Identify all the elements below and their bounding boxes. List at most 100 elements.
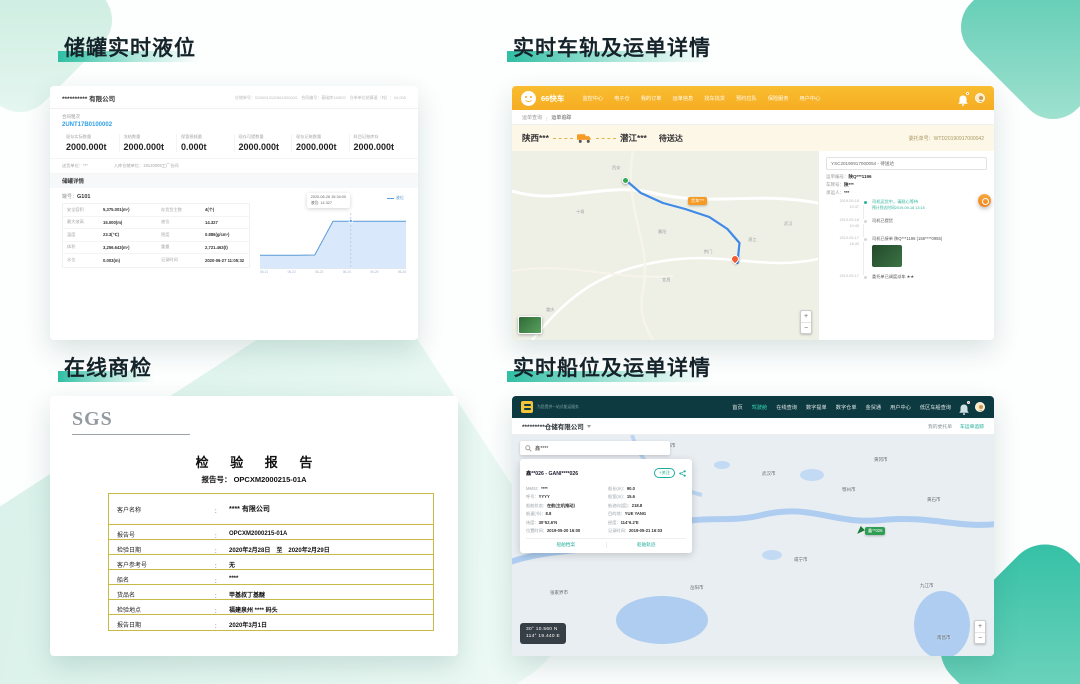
truck-nav-item[interactable]: 我的订单 xyxy=(641,95,662,102)
ship-archive-link[interactable]: 船舶档案 xyxy=(526,542,606,548)
stat-label: 冻结数量 xyxy=(124,134,173,140)
map-city-label: 宜昌 xyxy=(662,277,670,283)
truck-nav-item[interactable]: 保险服务 xyxy=(768,95,789,102)
contract-number-link[interactable]: 2UNT17B0100002 xyxy=(62,122,406,128)
chevron-down-icon xyxy=(587,425,591,428)
tank-dashboard-card: ********** 有限公司 仓储单号：S200913120611000010… xyxy=(50,86,418,340)
truck-waybill-track-link[interactable]: 车运单追踪 xyxy=(960,423,984,430)
stat-value: 0.000t xyxy=(181,142,230,152)
stat-label: 现存可提数量 xyxy=(239,134,288,140)
zoom-out-button[interactable] xyxy=(801,322,811,333)
tank-stat: 现存实际数量 2000.000t xyxy=(62,134,119,152)
report-row: 客户名称 **** 有限公司 xyxy=(109,494,433,525)
ship-info-panel: 鑫**026 - GANI****026 +关注 MMSI：**** 船长(m)… xyxy=(520,459,692,553)
zoom-in-button[interactable] xyxy=(801,311,811,322)
breadcrumb-item[interactable]: 运单查询 xyxy=(522,114,542,121)
tank-header-meta: 仓储单号：S200913120611000010 合同编号：基础库150EG 仓… xyxy=(235,95,406,101)
truck-nav-menu: 监控中心 电子仓 我的订单 运单信息 找车找货 预约拉队 保险服务 用户中心 xyxy=(582,95,820,102)
vehicle-position-chip[interactable]: 货车*** xyxy=(688,197,707,205)
ship-nav-item-ebill[interactable]: 数字提单 xyxy=(806,404,827,411)
user-avatar[interactable] xyxy=(975,93,985,103)
ship-search-input[interactable] xyxy=(535,445,665,451)
breadcrumb-separator xyxy=(546,108,547,126)
my-waybills-link[interactable]: 我的委托单 xyxy=(928,423,952,430)
map-roads xyxy=(512,151,818,340)
tank-section-title: 储罐实时液位 xyxy=(64,32,196,62)
truck-nav-item[interactable]: 电子仓 xyxy=(614,95,630,102)
report-row: 报告号 OPCXM2000215-01A xyxy=(109,525,433,540)
zoom-in-button[interactable] xyxy=(975,621,985,632)
zoom-control xyxy=(800,310,812,334)
ship-nav-item-user[interactable]: 用户中心 xyxy=(890,404,911,411)
map-city-label: 鄂州市 xyxy=(842,487,856,493)
report-field-colon xyxy=(215,500,229,518)
search-icon xyxy=(525,445,532,452)
truck-nav-item[interactable]: 运单信息 xyxy=(672,95,693,102)
truck-brand-smiley-icon[interactable] xyxy=(521,91,536,106)
tank-stat: 现存记账数量 2000.000t xyxy=(291,134,349,152)
ship-position-marker[interactable]: 鑫**026 xyxy=(857,527,885,535)
share-icon[interactable] xyxy=(679,464,686,482)
waybill-number: 委托单号：WTD20190917000042 xyxy=(909,135,984,142)
truck-nav-right xyxy=(958,93,985,104)
ship-name: 鑫**026 - GANI****026 xyxy=(526,470,650,477)
route-dash-right xyxy=(596,138,616,139)
stat-value: 2000.000t xyxy=(124,142,173,152)
ship-nav-item-ewarehouse[interactable]: 数字仓单 xyxy=(836,404,857,411)
report-field-label: 船名 xyxy=(109,575,215,584)
notification-bell-icon[interactable] xyxy=(958,93,968,104)
report-row: 货品名 甲基叔丁基醚 xyxy=(109,585,433,600)
report-field-label: 客户参考号 xyxy=(109,560,215,569)
notification-bell-icon[interactable] xyxy=(959,402,969,413)
ship-attribute-row: 船舶状态：在航(主机推动) 航迹向(度)：218.8 xyxy=(526,503,686,509)
truck-nav-item[interactable]: 找车找货 xyxy=(704,95,725,102)
ship-nav-item-query[interactable]: 在线查询 xyxy=(776,404,797,411)
map-city-label: 襄阳 xyxy=(658,229,666,235)
tank-detail-title: 储罐详情 xyxy=(50,174,418,188)
follow-button[interactable]: +关注 xyxy=(654,468,675,478)
route-dash-left xyxy=(553,138,573,139)
customer-service-button[interactable] xyxy=(978,194,991,207)
ship-nav-item-cockpit[interactable]: 驾驶舱 xyxy=(752,404,768,411)
ship-track-link[interactable]: 船舶轨迹 xyxy=(606,542,687,548)
x-tick-label: 06-22 xyxy=(288,270,296,274)
report-field-value: 福建泉州 **** 码头 xyxy=(229,605,433,614)
ship-nav-item-park-query[interactable]: 低区车船查询 xyxy=(920,404,951,411)
truck-nav-item[interactable]: 预约拉队 xyxy=(736,95,757,102)
truck-section-title: 实时车轨及运单详情 xyxy=(513,32,711,62)
user-avatar[interactable] xyxy=(975,402,985,412)
map-city-label: 黄石市 xyxy=(927,497,941,503)
ship-nav-item-home[interactable]: 首页 xyxy=(732,404,742,411)
x-tick-label: 06-26 xyxy=(398,270,406,274)
timeline-item: 2019-09-17 委托单已调度派车 ★★ xyxy=(826,274,987,287)
truck-map[interactable]: 西安 十堰 襄阳 荆门 潜江 武汉 宜昌 重庆 货车*** xyxy=(512,151,818,340)
stat-label: 现存记账数量 xyxy=(296,134,345,140)
ship-map[interactable]: 孝感市 武汉市 黄冈市 鄂州市 黄石市 咸宁市 岳阳市 九江市 南昌市 张家界市… xyxy=(512,435,994,656)
report-field-value: 甲基叔丁基醚 xyxy=(229,590,433,599)
tank-attribute-table: 安全容积 5,375.001(m³) 存货货主数 4(个) 最大液高 15.00… xyxy=(62,203,250,268)
ship-attribute-row: 位置时间：2019-05-20 16:00 记录时间：2019-05-21 16… xyxy=(526,528,686,534)
report-title: 检 验 报 告 xyxy=(50,452,458,471)
ship-brand-logo-icon[interactable] xyxy=(521,401,533,413)
waybill-info-row: 运单编号：陕Q***1196 xyxy=(826,174,987,180)
zoom-out-button[interactable] xyxy=(975,632,985,643)
route-start-marker[interactable] xyxy=(622,177,629,184)
ship-subbar: *********仓储有限公司 我的委托单 车运单追踪 xyxy=(512,418,994,435)
truck-nav-item[interactable]: 监控中心 xyxy=(582,95,603,102)
company-selector[interactable]: *********仓储有限公司 xyxy=(522,421,591,431)
waybill-search-input[interactable] xyxy=(831,161,982,166)
level-chart xyxy=(260,209,406,269)
tank-attribute-row: 温度 23.3(℃) 密度 0.886(g/cm³) xyxy=(63,229,249,242)
truck-nav-item[interactable]: 用户中心 xyxy=(800,95,821,102)
x-tick-label: 06-21 xyxy=(260,270,268,274)
delivery-photo[interactable] xyxy=(872,245,902,267)
page: 储罐实时液位 实时车轨及运单详情 在线商检 实时船位及运单详情 ********… xyxy=(0,0,1080,684)
map-city-label: 咸宁市 xyxy=(794,557,808,563)
report-field-label: 检验日期 xyxy=(109,545,215,554)
ship-nav-item-finance[interactable]: 金贸通 xyxy=(866,404,882,411)
report-number: 报告号： OPCXM2000215-01A xyxy=(50,474,458,485)
satellite-layer-switcher[interactable] xyxy=(518,316,542,334)
map-city-label: 黄冈市 xyxy=(874,457,888,463)
ship-nav-menu: 首页 驾驶舱 在线查询 数字提单 数字仓单 金贸通 用户中心 低区车船查询 xyxy=(732,404,951,411)
report-field-value: 无 xyxy=(229,560,433,569)
